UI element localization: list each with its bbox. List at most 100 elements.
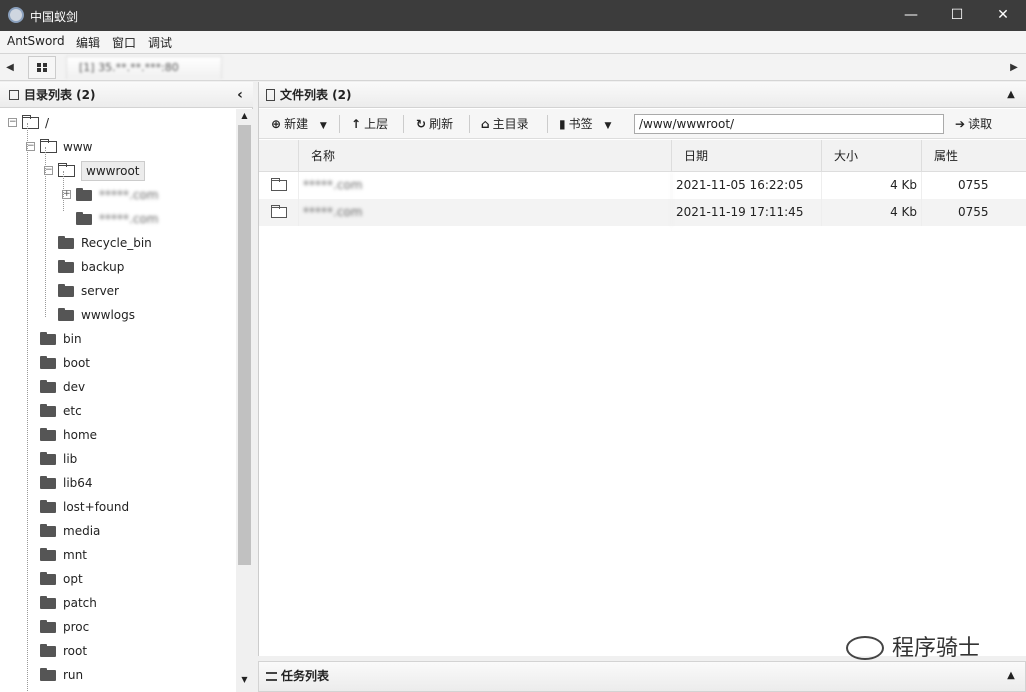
folder-icon [40, 500, 56, 513]
tree-node[interactable]: Recycle_bin [0, 233, 236, 253]
column-size[interactable]: 大小 [822, 140, 922, 172]
scroll-up-icon[interactable]: ▲ [236, 111, 253, 120]
tree-node[interactable]: − / [0, 113, 236, 133]
tree-node[interactable]: backup [0, 257, 236, 277]
tree-connector [27, 123, 28, 692]
file-row[interactable]: *****.com 2021-11-19 17:11:45 4 Kb 0755 [259, 199, 1026, 226]
folder-cell [259, 199, 299, 226]
folder-icon [76, 188, 92, 201]
tree-node-label: run [63, 668, 84, 682]
new-button[interactable]: ⊕ 新建 ▼ [269, 113, 329, 135]
tree-node[interactable]: mnt [0, 545, 236, 565]
tree-node[interactable]: lib [0, 449, 236, 469]
tree-node-label: *****.com [99, 188, 159, 202]
tree-node[interactable]: opt [0, 569, 236, 589]
tree-node-label: opt [63, 572, 83, 586]
tree-node[interactable]: − wwwroot [0, 161, 236, 181]
folder-icon [271, 205, 287, 218]
file-date: 2021-11-19 17:11:45 [672, 199, 822, 226]
refresh-icon: ↻ [416, 117, 427, 131]
expand-up-icon[interactable]: ▲ [1003, 662, 1019, 690]
folder-icon [40, 356, 56, 369]
column-name[interactable]: 名称 [299, 140, 672, 172]
tree-node[interactable]: lib64 [0, 473, 236, 493]
bookmark-button[interactable]: ▮ 书签 ▼ [557, 113, 613, 135]
folder-icon [40, 404, 56, 417]
directory-panel-title: 目录列表 (2) [24, 88, 96, 102]
tab-scroll-right-icon[interactable]: ▶ [1006, 56, 1022, 80]
menu-debug[interactable]: 调试 [148, 34, 172, 51]
file-panel-header: 文件列表 (2) ▲ [259, 82, 1026, 108]
close-button[interactable]: ✕ [980, 0, 1026, 31]
tab-bar: ◀ [1] 35.**.**.***:80 ▶ [0, 53, 1026, 81]
tree-node[interactable]: − www [0, 137, 236, 157]
tab-scroll-left-icon[interactable]: ◀ [2, 56, 18, 80]
folder-icon [58, 260, 74, 273]
folder-icon [40, 332, 56, 345]
scroll-down-icon[interactable]: ▼ [236, 675, 253, 684]
folder-icon [271, 178, 287, 191]
tree-node[interactable]: proc [0, 617, 236, 637]
directory-panel-header: 目录列表 (2) ‹ [0, 82, 253, 108]
file-icon [266, 89, 275, 101]
maximize-button[interactable]: ☐ [934, 0, 980, 31]
tree-node[interactable]: bin [0, 329, 236, 349]
tree-node[interactable]: patch [0, 593, 236, 613]
file-panel: 文件列表 (2) ▲ ⊕新建 ▼ ↑上层 ↻刷新 ⌂主目录 ▮书签 ▼ ➔读取 … [258, 82, 1026, 656]
file-name: *****.com [299, 199, 672, 226]
tree-node[interactable]: run [0, 665, 236, 685]
title-bar: 中国蚁剑 — ☐ ✕ [0, 0, 1026, 31]
tree-node[interactable]: dev [0, 377, 236, 397]
menu-antsword[interactable]: AntSword [7, 34, 65, 48]
folder-icon [76, 212, 92, 225]
collapse-up-icon[interactable]: ▲ [1003, 82, 1019, 108]
read-button[interactable]: ➔ 读取 [953, 113, 994, 135]
folder-icon [58, 236, 74, 249]
tree-node-label: wwwlogs [81, 308, 135, 322]
tree-node[interactable]: server [0, 281, 236, 301]
folder-open-icon [58, 163, 75, 177]
tree-node[interactable]: + *****.com [0, 185, 236, 205]
bookmark-icon: ▮ [559, 117, 566, 131]
tree-connector [63, 171, 64, 211]
tab-home[interactable] [28, 56, 56, 79]
file-row[interactable]: *****.com 2021-11-05 16:22:05 4 Kb 0755 [259, 172, 1026, 199]
minimize-button[interactable]: — [888, 0, 934, 31]
tree-node[interactable]: home [0, 425, 236, 445]
tab-shell[interactable]: [1] 35.**.**.***:80 [66, 56, 222, 79]
column-date[interactable]: 日期 [672, 140, 822, 172]
column-permission[interactable]: 属性 [922, 140, 1026, 172]
file-grid-header: 名称 日期 大小 属性 [259, 140, 1026, 172]
arrow-right-icon: ➔ [955, 117, 966, 131]
tree-node[interactable]: *****.com [0, 209, 236, 229]
file-toolbar: ⊕新建 ▼ ↑上层 ↻刷新 ⌂主目录 ▮书签 ▼ ➔读取 [259, 109, 1026, 139]
toolbar-divider [403, 115, 404, 133]
tree-node-label: patch [63, 596, 97, 610]
file-size: 4 Kb [822, 199, 922, 226]
refresh-button[interactable]: ↻ 刷新 [414, 113, 455, 135]
tree-node[interactable]: boot [0, 353, 236, 373]
folder-icon [40, 620, 56, 633]
directory-scrollbar[interactable]: ▲ ▼ [236, 109, 253, 692]
home-button[interactable]: ⌂ 主目录 [479, 113, 531, 135]
tree-node-label: server [81, 284, 119, 298]
directory-tree: − / − www − wwwroot + *****.com *****.com Recycle… [0, 109, 236, 692]
tree-node[interactable]: media [0, 521, 236, 541]
tree-node[interactable]: lost+found [0, 497, 236, 517]
task-panel-title: 任务列表 [281, 669, 330, 683]
path-input[interactable] [634, 114, 944, 134]
up-button[interactable]: ↑ 上层 [349, 113, 390, 135]
folder-open-icon [40, 139, 57, 153]
scrollbar-thumb[interactable] [238, 125, 251, 565]
folder-icon [40, 644, 56, 657]
collapse-icon[interactable]: − [8, 118, 17, 127]
task-panel[interactable]: 任务列表 ▲ [258, 661, 1026, 692]
menu-window[interactable]: 窗口 [112, 34, 136, 51]
tree-node[interactable]: etc [0, 401, 236, 421]
tree-node-label: Recycle_bin [81, 236, 152, 250]
tree-node[interactable]: root [0, 641, 236, 661]
collapse-left-icon[interactable]: ‹ [232, 82, 248, 108]
tree-node[interactable]: wwwlogs [0, 305, 236, 325]
menu-edit[interactable]: 编辑 [76, 34, 100, 51]
home-icon: ⌂ [481, 117, 490, 131]
